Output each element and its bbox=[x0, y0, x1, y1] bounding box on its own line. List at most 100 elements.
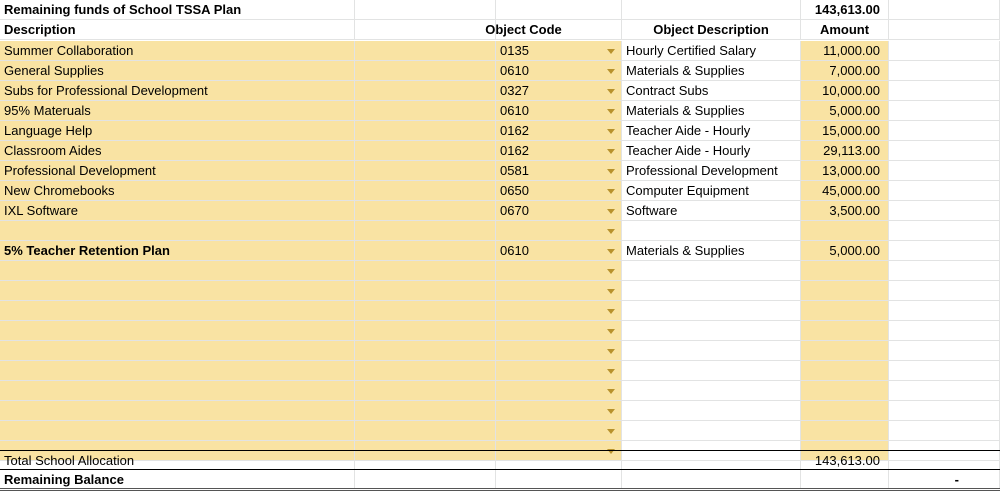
empty-cell[interactable] bbox=[889, 301, 1000, 320]
description-cell[interactable] bbox=[0, 361, 355, 380]
description-cell[interactable] bbox=[0, 301, 355, 320]
object-description-cell[interactable] bbox=[622, 401, 801, 420]
object-description-cell[interactable] bbox=[622, 361, 801, 380]
object-code-dropdown[interactable]: 0650 bbox=[496, 181, 622, 200]
object-description-cell[interactable] bbox=[622, 381, 801, 400]
empty-cell[interactable] bbox=[889, 20, 1000, 39]
object-code-dropdown[interactable]: 0162 bbox=[496, 121, 622, 140]
object-description-cell[interactable]: Professional Development bbox=[622, 161, 801, 180]
dropdown-arrow-icon[interactable] bbox=[607, 349, 615, 354]
description-cell[interactable] bbox=[0, 261, 355, 280]
header-description[interactable]: Description bbox=[0, 20, 355, 39]
amount-cell[interactable] bbox=[801, 281, 889, 300]
object-description-cell[interactable]: Materials & Supplies bbox=[622, 101, 801, 120]
empty-cell[interactable] bbox=[889, 0, 1000, 19]
dropdown-arrow-icon[interactable] bbox=[607, 289, 615, 294]
description-cell[interactable]: 5% Teacher Retention Plan bbox=[0, 241, 355, 260]
dropdown-arrow-icon[interactable] bbox=[607, 149, 615, 154]
description-cell[interactable] bbox=[0, 221, 355, 240]
empty-cell[interactable] bbox=[889, 361, 1000, 380]
object-code-dropdown[interactable] bbox=[496, 221, 622, 240]
empty-cell[interactable] bbox=[889, 221, 1000, 240]
header-object-description[interactable]: Object Description bbox=[622, 20, 801, 39]
description-cell[interactable]: Professional Development bbox=[0, 161, 355, 180]
object-code-dropdown[interactable] bbox=[496, 361, 622, 380]
sheet-title[interactable]: Remaining funds of School TSSA Plan bbox=[0, 0, 355, 19]
object-code-dropdown[interactable]: 0327 bbox=[496, 81, 622, 100]
amount-cell[interactable] bbox=[801, 401, 889, 420]
description-cell[interactable]: 95% Materuals bbox=[0, 101, 355, 120]
empty-cell[interactable] bbox=[889, 201, 1000, 220]
header-amount[interactable]: Amount bbox=[801, 20, 889, 39]
object-description-cell[interactable]: Software bbox=[622, 201, 801, 220]
empty-cell[interactable] bbox=[355, 41, 496, 60]
empty-cell[interactable] bbox=[496, 0, 622, 19]
object-code-dropdown[interactable]: 0162 bbox=[496, 141, 622, 160]
object-code-dropdown[interactable] bbox=[496, 301, 622, 320]
amount-cell[interactable]: 15,000.00 bbox=[801, 121, 889, 140]
empty-cell[interactable] bbox=[496, 451, 622, 469]
empty-cell[interactable] bbox=[355, 470, 496, 488]
description-cell[interactable]: Language Help bbox=[0, 121, 355, 140]
empty-cell[interactable] bbox=[889, 81, 1000, 100]
dropdown-arrow-icon[interactable] bbox=[607, 389, 615, 394]
empty-cell[interactable] bbox=[889, 61, 1000, 80]
empty-cell[interactable] bbox=[889, 381, 1000, 400]
remaining-value[interactable]: - bbox=[889, 470, 1000, 488]
dropdown-arrow-icon[interactable] bbox=[607, 229, 615, 234]
empty-cell[interactable] bbox=[355, 101, 496, 120]
dropdown-arrow-icon[interactable] bbox=[607, 249, 615, 254]
object-code-dropdown[interactable] bbox=[496, 381, 622, 400]
empty-cell[interactable] bbox=[889, 421, 1000, 440]
empty-cell[interactable] bbox=[355, 201, 496, 220]
empty-cell[interactable] bbox=[355, 121, 496, 140]
dropdown-arrow-icon[interactable] bbox=[607, 309, 615, 314]
amount-cell[interactable]: 7,000.00 bbox=[801, 61, 889, 80]
object-code-dropdown[interactable] bbox=[496, 341, 622, 360]
description-cell[interactable]: Summer Collaboration bbox=[0, 41, 355, 60]
dropdown-arrow-icon[interactable] bbox=[607, 209, 615, 214]
description-cell[interactable]: IXL Software bbox=[0, 201, 355, 220]
empty-cell[interactable] bbox=[889, 41, 1000, 60]
amount-cell[interactable] bbox=[801, 421, 889, 440]
empty-cell[interactable] bbox=[801, 470, 889, 488]
description-cell[interactable]: New Chromebooks bbox=[0, 181, 355, 200]
empty-cell[interactable] bbox=[889, 341, 1000, 360]
empty-cell[interactable] bbox=[355, 301, 496, 320]
amount-cell[interactable]: 5,000.00 bbox=[801, 101, 889, 120]
dropdown-arrow-icon[interactable] bbox=[607, 409, 615, 414]
object-code-dropdown[interactable]: 0610 bbox=[496, 61, 622, 80]
amount-cell[interactable] bbox=[801, 341, 889, 360]
object-description-cell[interactable]: Materials & Supplies bbox=[622, 241, 801, 260]
empty-cell[interactable] bbox=[889, 181, 1000, 200]
description-cell[interactable] bbox=[0, 421, 355, 440]
object-description-cell[interactable] bbox=[622, 321, 801, 340]
amount-cell[interactable] bbox=[801, 221, 889, 240]
dropdown-arrow-icon[interactable] bbox=[607, 49, 615, 54]
amount-cell[interactable]: 45,000.00 bbox=[801, 181, 889, 200]
object-description-cell[interactable] bbox=[622, 221, 801, 240]
dropdown-arrow-icon[interactable] bbox=[607, 69, 615, 74]
header-object-code[interactable]: Object Code bbox=[426, 20, 622, 39]
object-code-dropdown[interactable] bbox=[496, 401, 622, 420]
description-cell[interactable]: Classroom Aides bbox=[0, 141, 355, 160]
empty-cell[interactable] bbox=[889, 241, 1000, 260]
title-amount[interactable]: 143,613.00 bbox=[801, 0, 889, 19]
object-code-dropdown[interactable]: 0670 bbox=[496, 201, 622, 220]
empty-cell[interactable] bbox=[355, 281, 496, 300]
empty-cell[interactable] bbox=[496, 470, 622, 488]
empty-cell[interactable] bbox=[889, 451, 1000, 469]
object-description-cell[interactable] bbox=[622, 421, 801, 440]
empty-cell[interactable] bbox=[355, 321, 496, 340]
empty-cell[interactable] bbox=[355, 261, 496, 280]
empty-cell[interactable] bbox=[355, 381, 496, 400]
object-description-cell[interactable] bbox=[622, 301, 801, 320]
empty-cell[interactable] bbox=[889, 321, 1000, 340]
description-cell[interactable] bbox=[0, 281, 355, 300]
amount-cell[interactable]: 11,000.00 bbox=[801, 41, 889, 60]
amount-cell[interactable]: 13,000.00 bbox=[801, 161, 889, 180]
empty-cell[interactable] bbox=[355, 221, 496, 240]
remaining-label[interactable]: Remaining Balance bbox=[0, 470, 355, 488]
object-description-cell[interactable] bbox=[622, 341, 801, 360]
dropdown-arrow-icon[interactable] bbox=[607, 369, 615, 374]
